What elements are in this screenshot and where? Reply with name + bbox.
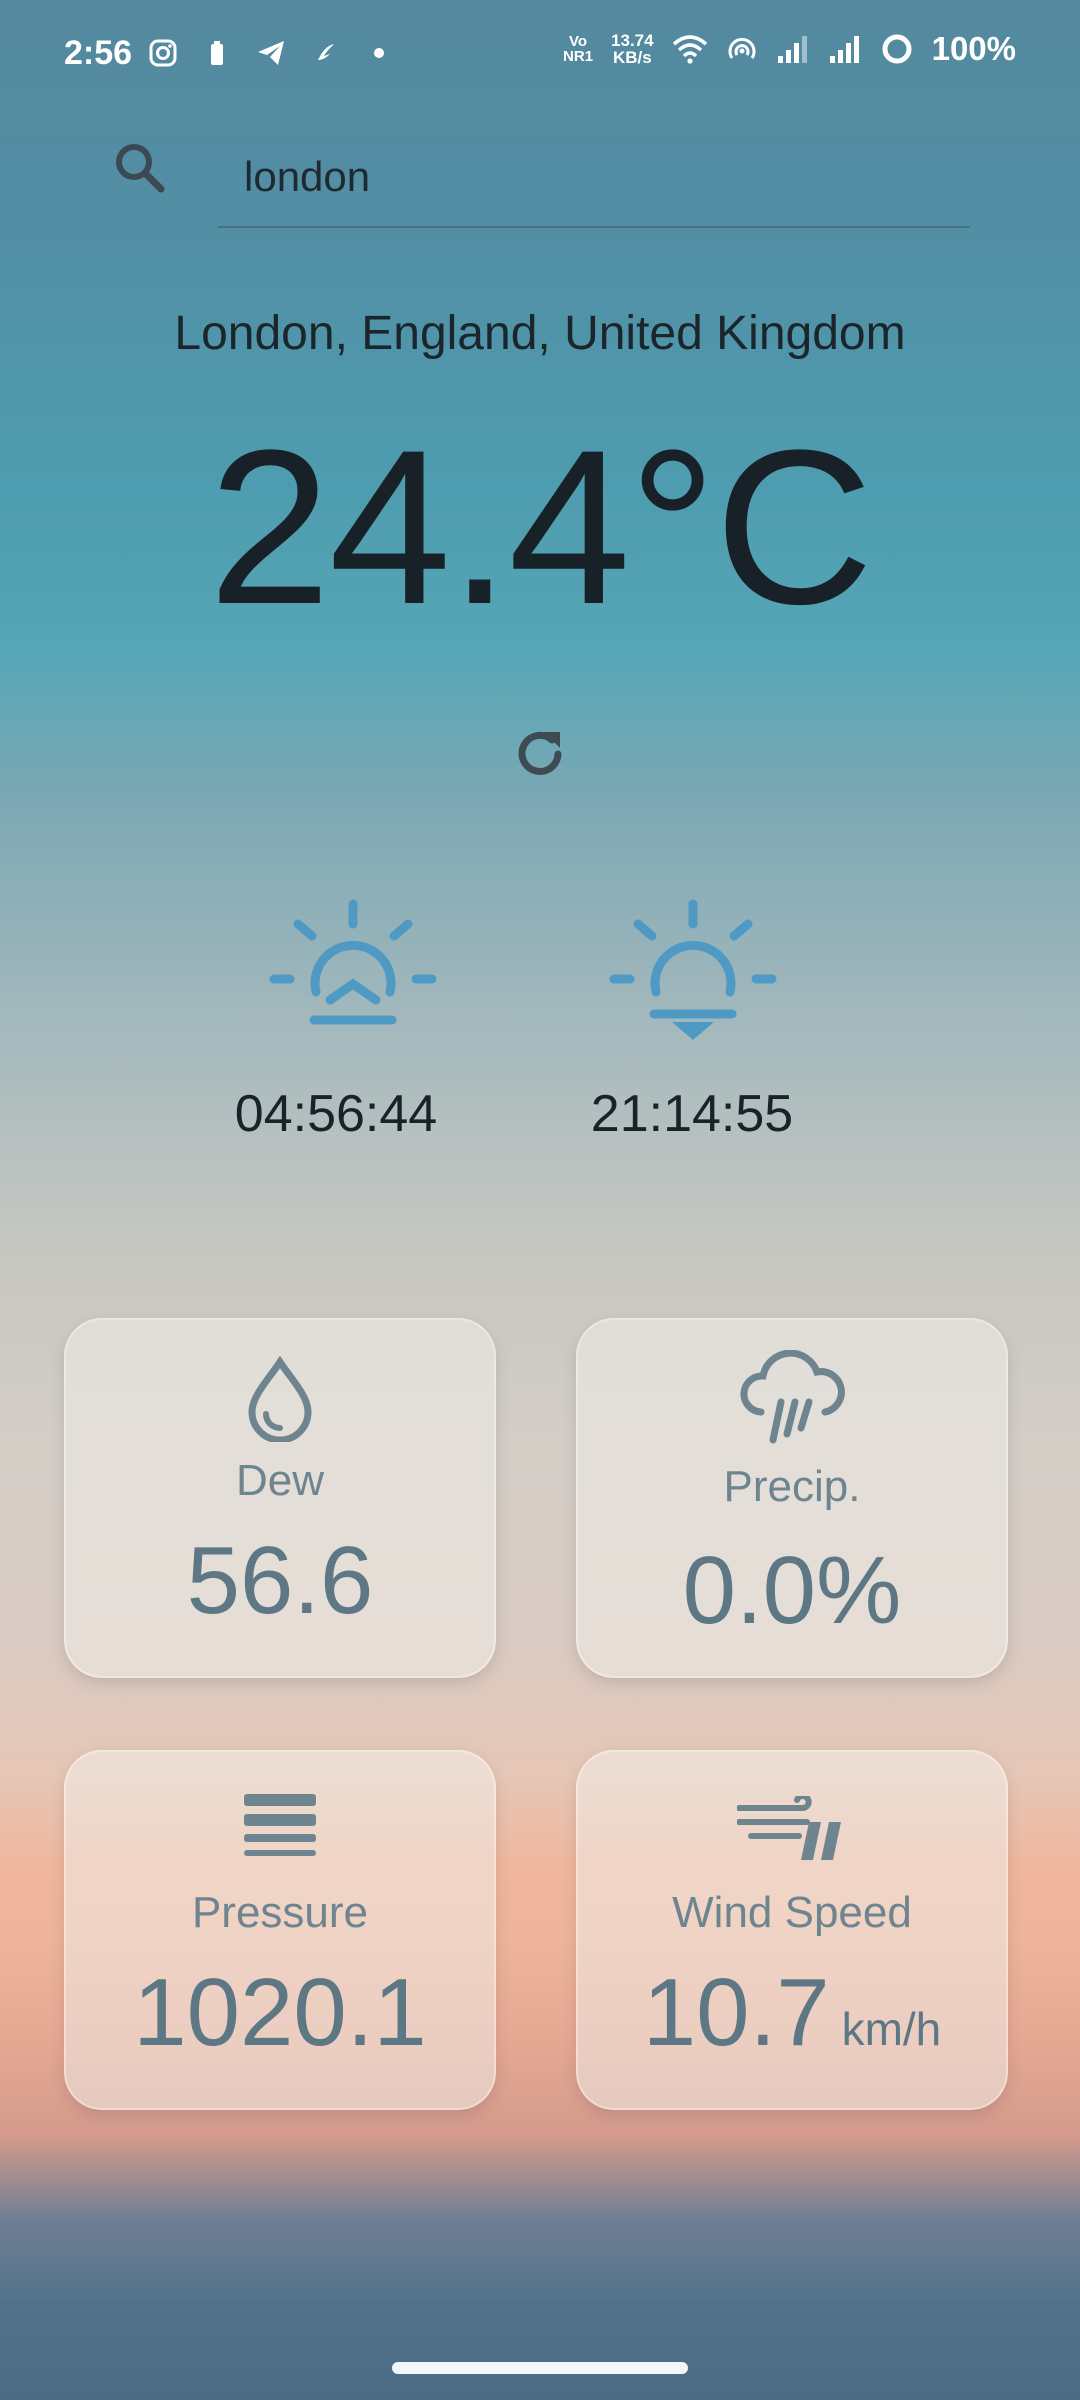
pressure-label: Pressure: [191, 1888, 369, 1937]
precip-card: Precip. 0.0%: [576, 1318, 1008, 1678]
network-type: Vo NR1: [563, 33, 594, 65]
status-bar: 2:56 Vo NR1 13.74 KB/s 100%: [0, 0, 1080, 112]
wind-value-row: 10.7 km/h: [578, 1958, 1006, 2068]
wind-unit: km/h: [841, 2003, 942, 2055]
sunrise-icon: [269, 899, 437, 1025]
sunrise-time: 04:56:44: [234, 1085, 438, 1143]
wind-value: 10.7: [642, 1959, 830, 2066]
wind-icon: [737, 1796, 841, 1860]
notification-icons: [148, 38, 394, 68]
hotspot-icon: [728, 37, 756, 59]
search-icon[interactable]: [112, 140, 168, 196]
home-gesture-bar[interactable]: [392, 2362, 688, 2374]
app-notification-icon: [318, 44, 334, 60]
wind-card: Wind Speed 10.7 km/h: [576, 1750, 1008, 2110]
status-time: 2:56: [64, 34, 133, 72]
precip-value: 0.0%: [682, 1537, 902, 1644]
precip-label: Precip.: [723, 1462, 861, 1511]
search-input[interactable]: [218, 128, 970, 228]
refresh-icon[interactable]: [508, 722, 572, 786]
network-speed: 13.74 KB/s: [611, 31, 654, 67]
dew-label: Dew: [235, 1456, 325, 1505]
battery-ring-icon: [882, 34, 912, 64]
pressure-card: Pressure 1020.1: [64, 1750, 496, 2110]
rain-cloud-icon: [740, 1350, 845, 1444]
signal-2-icon: [829, 36, 859, 63]
instagram-icon: [149, 39, 177, 67]
water-drop-icon: [248, 1356, 312, 1442]
battery-percent: 100%: [931, 30, 1016, 67]
temperature: 24.4°C: [208, 404, 873, 650]
pressure-lines-icon: [244, 1794, 316, 1856]
dew-value: 56.6: [186, 1527, 374, 1634]
telegram-icon: [258, 41, 284, 65]
location-name: London, England, United Kingdom: [174, 307, 906, 360]
dew-card: Dew 56.6: [64, 1318, 496, 1678]
more-notifications-dot-icon: [374, 48, 384, 58]
wifi-icon: [672, 35, 707, 64]
sunset-icon: [609, 899, 777, 1040]
sunset-time: 21:14:55: [590, 1085, 794, 1143]
wind-label: Wind Speed: [672, 1888, 912, 1937]
signal-1-icon: [777, 36, 807, 63]
battery-saver-icon: [211, 41, 223, 65]
pressure-value: 1020.1: [133, 1959, 427, 2066]
